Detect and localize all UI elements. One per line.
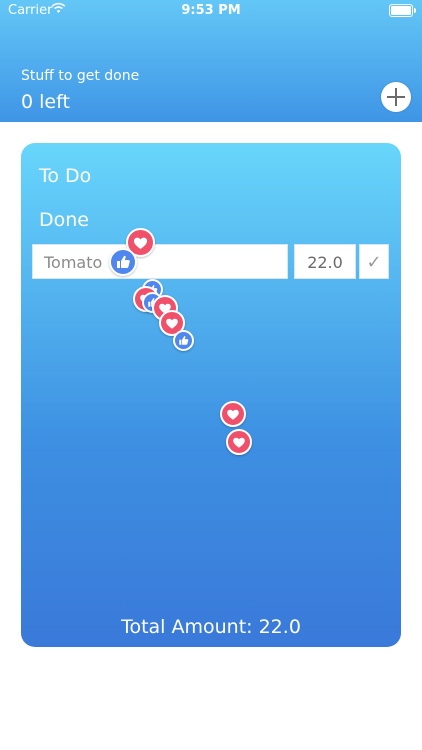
remaining-count: 0 left — [21, 91, 70, 113]
total-amount: Total Amount: 22.0 — [121, 616, 301, 638]
heart-icon — [220, 401, 246, 427]
tab-done[interactable]: Done — [39, 209, 89, 231]
battery-icon — [389, 4, 416, 17]
item-amount-field[interactable]: 22.0 — [294, 244, 356, 279]
check-icon: ✓ — [366, 252, 382, 273]
tab-todo[interactable]: To Do — [39, 165, 91, 187]
thumbs-up-icon — [109, 248, 137, 276]
header: Carrier 9:53 PM Stuff to get done 0 left — [0, 0, 422, 122]
item-name-field[interactable]: Tomato — [32, 244, 288, 279]
add-item-button[interactable] — [381, 82, 411, 112]
heart-icon — [226, 429, 252, 455]
thumbs-up-icon — [173, 330, 194, 351]
list-card: To Do Done Tomato 22.0 ✓ Total Amount: 2… — [21, 143, 401, 647]
list-item: Tomato 22.0 ✓ — [32, 244, 390, 281]
header-subtitle: Stuff to get done — [21, 68, 140, 84]
status-bar: Carrier 9:53 PM — [0, 0, 422, 22]
clock: 9:53 PM — [181, 3, 241, 18]
complete-button[interactable]: ✓ — [359, 244, 389, 279]
